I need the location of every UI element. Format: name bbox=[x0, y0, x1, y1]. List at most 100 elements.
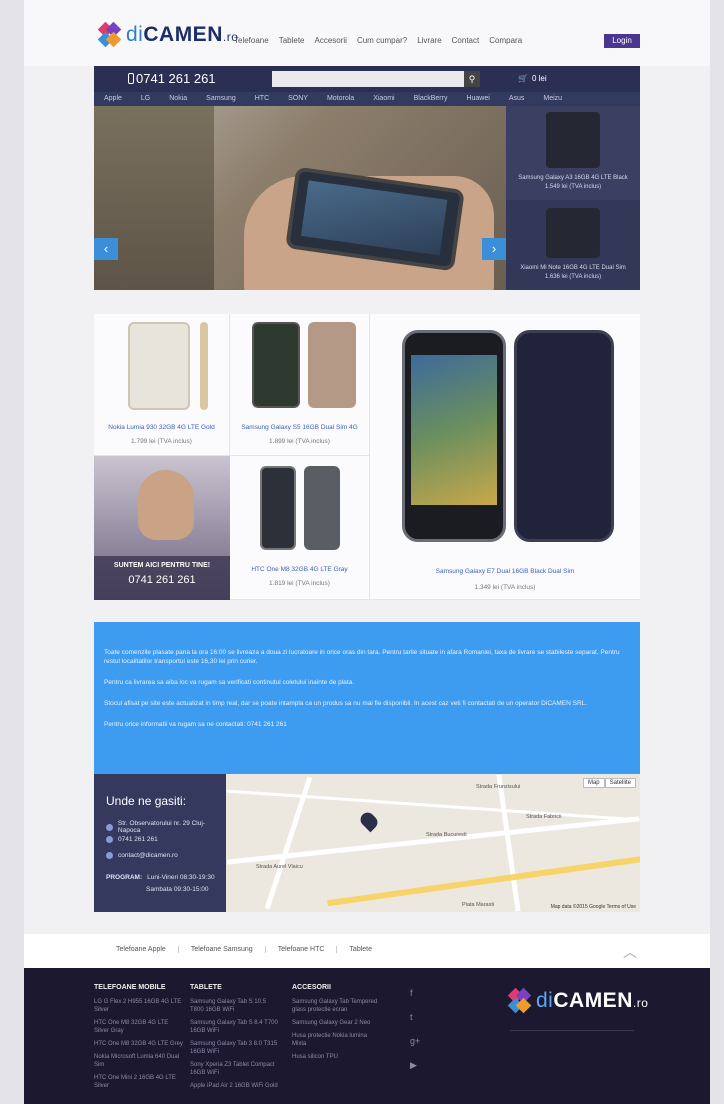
promo-woman-image bbox=[138, 470, 194, 540]
slider-prev-button[interactable]: ‹ bbox=[94, 238, 118, 260]
side-promo-1[interactable]: Samsung Galaxy A3 16GB 4G LTE Black 1.54… bbox=[506, 106, 640, 200]
product-image bbox=[128, 322, 190, 410]
map-view-button[interactable]: Map bbox=[582, 778, 605, 788]
product-card[interactable]: Nokia Lumia 930 32GB 4G LTE Gold 1.799 l… bbox=[94, 314, 230, 456]
side-promo-2-caption: Xiaomi Mi Note 16GB 4G LTE Dual Sim bbox=[520, 265, 626, 271]
nav-accesorii[interactable]: Accesorii bbox=[315, 36, 347, 45]
product-name[interactable]: Samsung Galaxy S5 16GB Dual Sim 4G bbox=[230, 424, 369, 431]
product-name[interactable]: Samsung Galaxy E7 Dual 16GB Black Dual S… bbox=[370, 568, 640, 575]
footer-link[interactable]: Husa silicon TPU bbox=[292, 1053, 382, 1061]
map-label: Strada Bucuresti bbox=[426, 832, 467, 838]
footer-link[interactable]: Sony Xperia Z3 Tablet Compact 16GB WiFi bbox=[190, 1061, 280, 1077]
product-price: 1.799 lei (TVA inclus) bbox=[131, 438, 192, 445]
footer-link[interactable]: Samsung Galaxy Gear 2 Neo bbox=[292, 1019, 382, 1027]
map-label: Strada Fabricii bbox=[526, 814, 562, 820]
brand-sony[interactable]: SONY bbox=[288, 92, 308, 106]
search-icon[interactable]: ⚲ bbox=[464, 71, 480, 87]
featured-product-card[interactable]: Samsung Galaxy E7 Dual 16GB Black Dual S… bbox=[370, 314, 640, 600]
map-attribution[interactable]: Map data ©2015 Google Terms of Use bbox=[551, 904, 636, 910]
cart-total: 0 lei bbox=[531, 74, 547, 83]
footer-link[interactable]: HTC One Mini 2 16GB 4G LTE Silver bbox=[94, 1074, 184, 1090]
brand-apple[interactable]: Apple bbox=[104, 92, 122, 106]
footer-link[interactable]: HTC One M8 32GB 4G LTE Grey bbox=[94, 1040, 184, 1048]
contact-phone[interactable]: 0741 261 261 bbox=[106, 836, 158, 843]
contact-saturday: Sambata 09:30-15:00 bbox=[146, 886, 209, 893]
footer-column-accessories: ACCESORII Samsung Galaxy Tab Tempered gl… bbox=[292, 984, 382, 1066]
brand-asus[interactable]: Asus bbox=[509, 92, 525, 106]
slider-next-button[interactable]: › bbox=[482, 238, 506, 260]
info-section: Toate comenzile plasate pana la ora 16:0… bbox=[94, 622, 640, 774]
footer-link-htc[interactable]: Telefoane HTC bbox=[266, 946, 338, 953]
brand-nokia[interactable]: Nokia bbox=[169, 92, 187, 106]
footer-link[interactable]: Samsung Galaxy Tab Tempered glass protec… bbox=[292, 998, 382, 1014]
location-icon bbox=[106, 823, 113, 831]
phone-search-bar: 0741 261 261 ⚲ 🛒 0 lei bbox=[94, 66, 640, 92]
promo-support-card[interactable]: SUNTEM AICI PENTRU TINE! 0741 261 261 bbox=[94, 456, 230, 600]
logo-text: diCAMEN.ro bbox=[126, 23, 239, 46]
footer-logo[interactable]: diCAMEN.ro bbox=[507, 987, 648, 1014]
contact-email[interactable]: contact@dicamen.ro bbox=[106, 852, 178, 859]
brand-htc[interactable]: HTC bbox=[255, 92, 269, 106]
header-phone: 0741 261 261 bbox=[136, 71, 216, 86]
footer-link-samsung[interactable]: Telefoane Samsung bbox=[179, 946, 266, 953]
page: diCAMEN.ro Telefoane Tablete Accesorii C… bbox=[24, 0, 710, 1104]
footer-link[interactable]: Nokia Microsoft Lumia 640 Dual Sim bbox=[94, 1053, 184, 1069]
phone-icon bbox=[106, 836, 113, 843]
hero-slider-image[interactable] bbox=[94, 106, 506, 290]
contact-panel: Unde ne gasiti: Str. Observatorului nr. … bbox=[94, 774, 226, 912]
brand-motorola[interactable]: Motorola bbox=[327, 92, 354, 106]
brand-menu: Apple LG Nokia Samsung HTC SONY Motorola… bbox=[94, 92, 640, 106]
product-card[interactable]: Samsung Galaxy S5 16GB Dual Sim 4G 1.899… bbox=[230, 314, 370, 456]
footer-link-tablete[interactable]: Tablete bbox=[337, 946, 384, 953]
brand-huawei[interactable]: Huawei bbox=[466, 92, 489, 106]
product-price: 1.819 lei (TVA inclus) bbox=[269, 580, 330, 587]
featured-screen bbox=[411, 355, 497, 505]
cart-button[interactable]: 🛒 0 lei bbox=[518, 74, 547, 83]
nav-compara[interactable]: Compara bbox=[489, 36, 522, 45]
nav-telefoane[interactable]: Telefoane bbox=[234, 36, 269, 45]
location-map[interactable]: Strada Bucuresti Piata Marasti Strada Fa… bbox=[226, 774, 640, 912]
product-card[interactable]: HTC One M8 32GB 4G LTE Gray 1.819 lei (T… bbox=[230, 456, 370, 600]
product-name[interactable]: Nokia Lumia 930 32GB 4G LTE Gold bbox=[94, 424, 229, 431]
promo-title: SUNTEM AICI PENTRU TINE! bbox=[113, 562, 211, 569]
footer-link[interactable]: LG G Flex 2 H955 16GB 4G LTE Silver bbox=[94, 998, 184, 1014]
footer-link[interactable]: Samsung Galaxy Tab S 8.4 T700 16GB WiFi bbox=[190, 1019, 280, 1035]
nav-tablete[interactable]: Tablete bbox=[279, 36, 305, 45]
map-type-control: Map Satellite bbox=[582, 778, 636, 788]
site-logo[interactable]: diCAMEN.ro bbox=[97, 21, 239, 48]
footer-link[interactable]: Apple iPad Air 2 16GB WiFi Gold bbox=[190, 1082, 280, 1090]
email-icon bbox=[106, 852, 113, 859]
scroll-to-top-icon[interactable]: ︿ bbox=[618, 942, 642, 960]
contact-program: PROGRAM: Luni-Vineri 08:30-19:30 bbox=[106, 874, 215, 881]
side-promo-2[interactable]: Xiaomi Mi Note 16GB 4G LTE Dual Sim 1.63… bbox=[506, 200, 640, 290]
search-input[interactable] bbox=[272, 71, 464, 87]
footer-link[interactable]: Husa protectie Nokia lumina Mixta bbox=[292, 1032, 382, 1048]
brand-samsung[interactable]: Samsung bbox=[206, 92, 236, 106]
facebook-icon[interactable]: f bbox=[410, 988, 420, 998]
product-name[interactable]: HTC One M8 32GB 4G LTE Gray bbox=[230, 566, 369, 573]
footer-link[interactable]: HTC One M8 32GB 4G LTE Silver Gray bbox=[94, 1019, 184, 1035]
product-price: 1.899 lei (TVA inclus) bbox=[269, 438, 330, 445]
brand-xiaomi[interactable]: Xiaomi bbox=[373, 92, 394, 106]
googleplus-icon[interactable]: g+ bbox=[410, 1036, 420, 1046]
youtube-icon[interactable]: ▶ bbox=[410, 1060, 420, 1071]
info-paragraph: Toate comenzile plasate pana la ora 16:0… bbox=[104, 649, 620, 665]
twitter-icon[interactable]: t bbox=[410, 1012, 420, 1022]
map-pin-icon[interactable] bbox=[357, 809, 381, 833]
info-paragraph: Pentru orice informatii va rugam sa ne c… bbox=[104, 721, 287, 728]
logo-mark-icon bbox=[97, 21, 122, 48]
brand-blackberry[interactable]: BlackBerry bbox=[414, 92, 448, 106]
footer-link[interactable]: Samsung Galaxy Tab 3 8.0 T315 16GB WiFi bbox=[190, 1040, 280, 1056]
cart-icon: 🛒 bbox=[518, 74, 528, 83]
footer-link[interactable]: Samsung Galaxy Tab S 10.5 T800 16GB WiFi bbox=[190, 998, 280, 1014]
satellite-view-button[interactable]: Satellite bbox=[604, 778, 636, 788]
login-button[interactable]: Login bbox=[604, 34, 640, 48]
nav-cum-cumpar[interactable]: Cum cumpar? bbox=[357, 36, 407, 45]
footer-link-apple[interactable]: Telefoane Apple bbox=[104, 946, 179, 953]
nav-livrare[interactable]: Livrare bbox=[417, 36, 441, 45]
side-promo-2-image bbox=[546, 208, 600, 258]
nav-contact[interactable]: Contact bbox=[452, 36, 480, 45]
brand-meizu[interactable]: Meizu bbox=[543, 92, 562, 106]
info-paragraph: Stocul afisat pe site este actualizat in… bbox=[104, 700, 588, 707]
brand-lg[interactable]: LG bbox=[141, 92, 150, 106]
